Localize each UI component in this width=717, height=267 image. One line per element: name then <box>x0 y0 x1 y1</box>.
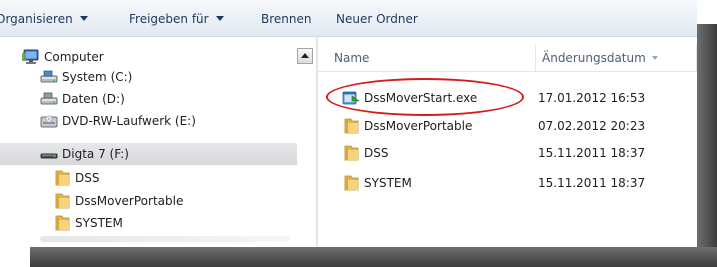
drop-shadow-right <box>697 24 717 267</box>
column-header-name[interactable]: Name <box>328 45 536 71</box>
file-row-dssmoverstart[interactable]: DssMoverStart.exe 17.01.2012 16:53 <box>318 86 697 110</box>
file-row-dss[interactable]: DSS 15.11.2011 18:37 <box>318 141 697 165</box>
file-date: 17.01.2012 16:53 <box>538 91 646 105</box>
exe-icon <box>342 91 360 105</box>
column-header-date[interactable]: Änderungsdatum <box>536 45 697 71</box>
drop-shadow-bottom <box>30 247 717 267</box>
burn-button[interactable]: Brennen <box>261 10 311 28</box>
organize-label: Organisieren <box>0 12 73 26</box>
file-date: 07.02.2012 20:23 <box>538 119 646 133</box>
share-label: Freigeben für <box>129 12 209 26</box>
folder-icon <box>55 215 70 231</box>
drive-icon <box>40 70 58 83</box>
folder-icon <box>55 170 70 186</box>
file-row-dssmoverportable[interactable]: DssMoverPortable 07.02.2012 20:23 <box>318 114 697 138</box>
file-list-pane[interactable]: Name Änderungsdatum DssMoverStart.exe 17… <box>318 37 697 247</box>
nav-item-partial <box>40 236 290 242</box>
nav-item-label: Daten (D:) <box>62 92 125 106</box>
folder-icon <box>344 145 359 161</box>
nav-item-label: Computer <box>44 50 104 64</box>
drive-icon <box>40 92 58 105</box>
computer-icon <box>22 49 39 64</box>
removable-drive-icon <box>40 153 58 159</box>
chevron-down-icon <box>215 16 224 21</box>
share-menu-button[interactable]: Freigeben für <box>129 10 224 28</box>
nav-item-label: DssMoverPortable <box>75 194 184 208</box>
column-header-label: Name <box>334 51 370 65</box>
file-date: 15.11.2011 18:37 <box>538 146 646 160</box>
new-folder-label: Neuer Ordner <box>336 12 418 26</box>
nav-item-label: System (C:) <box>62 70 133 84</box>
file-name: SYSTEM <box>364 176 412 190</box>
file-name: DssMoverStart.exe <box>364 91 478 105</box>
explorer-window: Organisieren Freigeben für Brennen Neuer… <box>0 0 697 247</box>
nav-item-label: SYSTEM <box>75 216 123 230</box>
nav-item-label: DSS <box>75 171 100 185</box>
navigation-pane[interactable]: Computer System (C:) Daten (D:) DVD-RW-L… <box>0 37 297 247</box>
command-bar: Organisieren Freigeben für Brennen Neuer… <box>0 0 697 37</box>
column-header-label: Änderungsdatum <box>542 51 646 65</box>
nav-item-label: Digta 7 (F:) <box>62 147 129 161</box>
file-row-system[interactable]: SYSTEM 15.11.2011 18:37 <box>318 171 697 195</box>
dvd-drive-icon <box>40 115 58 128</box>
organize-menu-button[interactable]: Organisieren <box>0 10 88 28</box>
file-name: DssMoverPortable <box>364 119 473 133</box>
header-divider <box>318 71 697 72</box>
file-name: DSS <box>364 146 389 160</box>
scroll-up-button[interactable] <box>297 48 313 64</box>
chevron-down-icon <box>79 16 88 21</box>
sort-descending-icon <box>651 56 658 60</box>
new-folder-button[interactable]: Neuer Ordner <box>336 10 418 28</box>
nav-item-label: DVD-RW-Laufwerk (E:) <box>62 114 196 128</box>
folder-icon <box>55 193 70 209</box>
folder-icon <box>344 118 359 134</box>
file-date: 15.11.2011 18:37 <box>538 176 646 190</box>
folder-icon <box>344 175 359 191</box>
burn-label: Brennen <box>261 12 312 26</box>
